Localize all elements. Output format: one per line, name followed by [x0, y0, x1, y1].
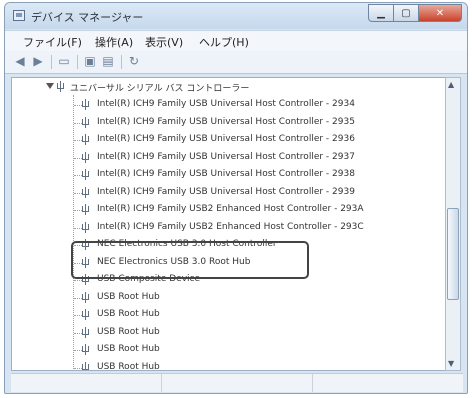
- device-label: Intel(R) ICH9 Family USB Universal Host …: [97, 186, 355, 197]
- minimize-button[interactable]: ▁: [368, 4, 394, 22]
- device-label: Intel(R) ICH9 Family USB Universal Host …: [97, 151, 355, 162]
- scroll-down-icon[interactable]: ▼: [448, 359, 454, 368]
- back-arrow-icon[interactable]: ◀: [13, 55, 27, 68]
- title-bar[interactable]: デバイス マネージャー ▁ ▢ ✕: [5, 3, 467, 29]
- menu-file[interactable]: ファイル(F): [23, 34, 82, 50]
- device-label: USB Root Hub: [97, 326, 160, 337]
- usb-icon: [81, 151, 90, 164]
- window-title: デバイス マネージャー: [31, 11, 144, 24]
- minimize-icon: ▁: [377, 7, 385, 19]
- status-cell: [162, 374, 313, 392]
- vertical-scrollbar[interactable]: ▲ ▼: [445, 77, 461, 371]
- maximize-button[interactable]: ▢: [394, 4, 419, 22]
- window-controls: ▁ ▢ ✕: [368, 4, 462, 22]
- toolbar-separator: [121, 55, 122, 69]
- toolbar: ◀ ▶ ▭ ▣ ▤ ↻: [5, 51, 467, 74]
- device-label: USB Root Hub: [97, 361, 160, 371]
- usb-icon: [81, 291, 90, 304]
- device-label: Intel(R) ICH9 Family USB Universal Host …: [97, 99, 355, 109]
- highlight-box: [71, 241, 309, 279]
- usb-icon: [56, 80, 65, 93]
- usb-icon: [81, 308, 90, 321]
- usb-icon: [81, 116, 90, 129]
- usb-icon: [81, 221, 90, 234]
- status-bar: [11, 373, 463, 392]
- device-manager-window: デバイス マネージャー ▁ ▢ ✕ ファイル(F) 操作(A) 表示(V) ヘル…: [4, 2, 468, 394]
- toolbar-separator: [77, 55, 78, 69]
- tree-connector-line: [73, 95, 74, 370]
- properties-icon[interactable]: ▭: [57, 55, 71, 68]
- scan-hardware-icon[interactable]: ↻: [127, 55, 141, 68]
- device-label: Intel(R) ICH9 Family USB2 Enhanced Host …: [97, 221, 364, 232]
- forward-arrow-icon[interactable]: ▶: [31, 55, 45, 68]
- toolbar-separator: [51, 55, 52, 69]
- device-manager-icon: [13, 10, 25, 21]
- status-cell: [11, 374, 162, 392]
- view-icon[interactable]: ▣: [83, 55, 97, 68]
- device-label: USB Root Hub: [97, 291, 160, 302]
- device-tree[interactable]: ユニバーサル シリアル バス コントローラー Intel(R) ICH9 Fam…: [11, 77, 449, 371]
- device-label: USB Root Hub: [97, 344, 160, 354]
- device-label: Intel(R) ICH9 Family USB Universal Host …: [97, 169, 355, 179]
- category-label: ユニバーサル シリアル バス コントローラー: [70, 84, 250, 94]
- expand-collapse-icon[interactable]: [46, 83, 54, 89]
- device-label: Intel(R) ICH9 Family USB2 Enhanced Host …: [97, 204, 364, 214]
- close-icon: ✕: [435, 7, 445, 19]
- usb-icon: [81, 133, 90, 146]
- device-label: USB Root Hub: [97, 309, 160, 319]
- scroll-up-icon[interactable]: ▲: [448, 80, 454, 89]
- usb-icon: [81, 203, 90, 216]
- menu-action[interactable]: 操作(A): [95, 34, 133, 50]
- device-label: Intel(R) ICH9 Family USB Universal Host …: [97, 116, 355, 127]
- usb-icon: [81, 98, 90, 111]
- usb-icon: [81, 168, 90, 181]
- menu-view[interactable]: 表示(V): [145, 34, 183, 50]
- status-cell: [313, 374, 463, 392]
- usb-icon: [81, 186, 90, 199]
- device-label: Intel(R) ICH9 Family USB Universal Host …: [97, 134, 355, 144]
- usb-icon: [81, 361, 90, 370]
- menu-help[interactable]: ヘルプ(H): [199, 34, 249, 50]
- usb-icon: [81, 326, 90, 339]
- close-button[interactable]: ✕: [419, 4, 462, 22]
- menu-bar: ファイル(F) 操作(A) 表示(V) ヘルプ(H): [5, 30, 467, 51]
- scroll-thumb[interactable]: [447, 208, 459, 300]
- usb-icon: [81, 343, 90, 356]
- maximize-icon: ▢: [401, 7, 411, 19]
- help-icon[interactable]: ▤: [101, 55, 115, 68]
